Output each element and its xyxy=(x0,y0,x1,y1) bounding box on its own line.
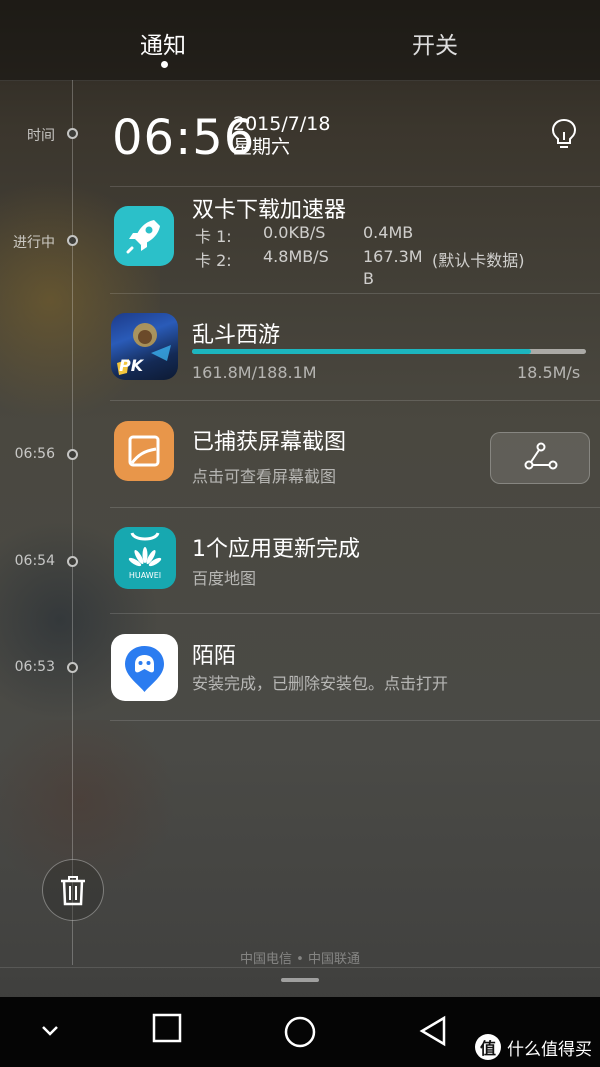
clear-all-button[interactable] xyxy=(42,859,104,921)
timeline-label-time: 06:54 xyxy=(14,553,55,569)
sim2-note: (默认卡数据) xyxy=(432,251,525,270)
active-tab-indicator xyxy=(161,61,168,68)
gallery-icon xyxy=(114,421,174,481)
share-button[interactable] xyxy=(490,432,590,484)
notification-title: 陌陌 xyxy=(192,644,237,669)
sim1-speed: 0.0KB/S xyxy=(263,223,326,242)
momo-app-icon xyxy=(111,634,178,701)
timeline-label-ongoing: 进行中 xyxy=(13,235,55,251)
timeline-node xyxy=(67,128,78,139)
sim1-label: 卡 1: xyxy=(195,227,232,246)
tab-notifications[interactable]: 通知 xyxy=(140,26,186,60)
sim2-label: 卡 2: xyxy=(195,251,232,270)
timeline-label-time: 时间 xyxy=(27,128,55,144)
timeline-line xyxy=(72,80,73,965)
notification-shade: 通知 开关 时间 进行中 06:56 06:54 06:53 06:56 201… xyxy=(0,0,600,1067)
timeline-node xyxy=(67,556,78,567)
download-size: 161.8M/188.1M xyxy=(192,363,317,382)
watermark-text: 什么值得买 xyxy=(507,1039,592,1060)
divider xyxy=(110,186,600,187)
weekday-text: 星期六 xyxy=(233,136,291,158)
divider xyxy=(110,400,600,401)
notification-subtitle: 点击可查看屏幕截图 xyxy=(192,467,337,486)
notification-title: 1个应用更新完成 xyxy=(192,537,360,562)
download-progress-fill xyxy=(192,349,531,354)
watermark-badge: 值 xyxy=(475,1034,501,1060)
carrier-label: 中国电信 • 中国联通 xyxy=(240,952,360,967)
divider xyxy=(110,293,600,294)
timeline-node xyxy=(67,235,78,246)
triangle-back-icon[interactable] xyxy=(418,1015,448,1051)
timeline-node xyxy=(67,449,78,460)
trash-icon xyxy=(61,876,85,906)
wallpaper-blur xyxy=(0,720,190,880)
divider xyxy=(110,720,600,721)
notification-title: 已捕获屏幕截图 xyxy=(192,430,347,455)
timeline-label-time: 06:53 xyxy=(14,659,55,675)
notification-title: 双卡下载加速器 xyxy=(192,198,347,223)
svg-text:PK: PK xyxy=(119,356,145,375)
lightbulb-icon[interactable] xyxy=(550,118,578,154)
timeline-label-time: 06:56 xyxy=(14,446,55,462)
notification-subtitle: 百度地图 xyxy=(192,569,257,588)
date-text: 2015/7/18 xyxy=(233,113,331,135)
drag-handle[interactable] xyxy=(281,978,319,982)
sim2-total-unit: B xyxy=(363,269,374,288)
divider xyxy=(0,967,600,968)
download-speed: 18.5M/s xyxy=(517,363,581,382)
game-app-icon: PK xyxy=(111,313,178,380)
watermark: 值 什么值得买 xyxy=(475,1034,592,1060)
square-recent-icon[interactable] xyxy=(152,1013,182,1047)
timeline-node xyxy=(67,662,78,673)
shade-tab-bar: 通知 开关 xyxy=(0,0,600,81)
chevron-down-icon[interactable] xyxy=(38,1021,62,1045)
huawei-icon-label: HUAWEI xyxy=(128,571,162,580)
sim2-speed: 4.8MB/S xyxy=(263,247,329,266)
share-icon xyxy=(524,442,558,470)
divider xyxy=(110,507,600,508)
huawei-appstore-icon: HUAWEI xyxy=(114,527,176,589)
sim2-total: 167.3M xyxy=(363,247,423,266)
rocket-icon xyxy=(114,206,174,266)
notification-subtitle: 安装完成，已删除安装包。点击打开 xyxy=(192,674,449,693)
download-progress-bar xyxy=(192,349,586,354)
tab-switches[interactable]: 开关 xyxy=(412,26,458,60)
clock-date: 2015/7/18 星期六 xyxy=(233,113,330,159)
divider xyxy=(110,613,600,614)
circle-home-icon[interactable] xyxy=(284,1016,316,1052)
notification-title: 乱斗西游 xyxy=(192,323,281,348)
sim1-total: 0.4MB xyxy=(363,223,414,242)
